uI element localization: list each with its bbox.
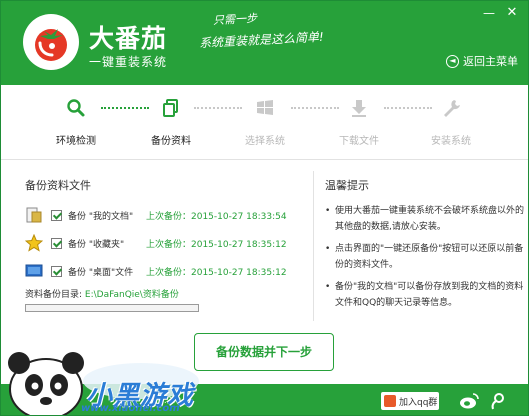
step-label: 备份资料 — [151, 136, 191, 147]
backup-dir-label: 资料备份目录: — [25, 290, 83, 300]
backup-row-favorites[interactable]: 备份 "收藏夹" 上次备份：2015-10-27 18:35:12 — [25, 232, 305, 254]
step-backup: 备份资料 — [131, 97, 211, 147]
back-main-label: 返回主菜单 — [463, 55, 518, 68]
backup-row-documents[interactable]: 备份 "我的文档" 上次备份：2015-10-27 18:33:54 — [25, 204, 305, 226]
close-button[interactable]: ✕ — [504, 5, 520, 21]
backup-panel: 备份资料文件 备份 "我的文档" 上次备份：2015-10-27 18:33:5… — [11, 166, 303, 326]
app-subtitle: 一键重装系统 — [89, 55, 168, 69]
progress-steps: 环境检测 备份资料 选择系统 下载文件 安装系统 — [1, 85, 528, 160]
tencent-weibo-icon[interactable] — [489, 392, 507, 410]
tip-item: 使用大番茄一键重装系统不会破坏系统盘以外的其他盘的数据,请放心安装。 — [325, 203, 525, 235]
tip-item: 备份"我的文档"可以备份存放到我的文档的资料文件和QQ的聊天记录等信息。 — [325, 279, 525, 311]
copy-icon — [163, 99, 178, 117]
tomato-logo-icon — [35, 29, 67, 61]
documents-checkbox[interactable] — [51, 209, 62, 221]
step-label: 选择系统 — [245, 136, 285, 147]
backup-row-time: 上次备份：2015-10-27 18:35:12 — [146, 267, 287, 278]
step-choose-system: 选择系统 — [225, 97, 305, 147]
backup-row-name: 备份 "我的文档" — [68, 211, 134, 222]
step-download: 下载文件 — [319, 97, 399, 147]
panel-divider — [313, 171, 314, 321]
tip-item: 点击界面的"一键还原备份"按钮可以还原以前备份的资料文件。 — [325, 241, 525, 273]
weibo-icon[interactable] — [459, 392, 479, 410]
slogan-line1: 只需一步 — [212, 11, 258, 28]
installer-window: 大番茄 一键重装系统 只需一步 系统重装就是这么简单! — ✕ ◄ 返回主菜单 … — [0, 0, 529, 416]
slogan-line2: 系统重装就是这么简单! — [198, 29, 325, 51]
windows-icon — [257, 100, 273, 115]
header-bar: 大番茄 一键重装系统 只需一步 系统重装就是这么简单! — ✕ ◄ 返回主菜单 — [1, 1, 528, 85]
backup-progress-bar — [25, 304, 199, 312]
backup-row-time: 上次备份：2015-10-27 18:33:54 — [146, 211, 287, 222]
search-icon — [67, 99, 85, 117]
wrench-icon — [444, 100, 460, 117]
qq-group-icon — [384, 395, 396, 407]
watermark-url: www.xiaohei.com — [81, 403, 180, 414]
download-icon — [352, 100, 366, 117]
step-label: 环境检测 — [56, 136, 96, 147]
document-folder-icon — [26, 207, 42, 223]
backup-directory: 资料备份目录: E:\DaFanQie\资料备份 — [25, 287, 179, 300]
qq-group-label: 加入qq群 — [399, 397, 438, 408]
step-label: 下载文件 — [339, 136, 379, 147]
backup-row-time: 上次备份：2015-10-27 18:35:12 — [146, 239, 287, 250]
step-label: 安装系统 — [431, 136, 471, 147]
backup-panel-title: 备份资料文件 — [25, 179, 91, 192]
backup-row-desktop[interactable]: 备份 "桌面"文件 上次备份：2015-10-27 18:35:12 — [25, 260, 305, 282]
join-qq-group-button[interactable]: 加入qq群 — [381, 392, 439, 410]
step-install: 安装系统 — [411, 97, 491, 147]
desktop-icon — [25, 264, 43, 277]
minimize-button[interactable]: — — [481, 5, 497, 21]
tips-title: 温馨提示 — [325, 179, 369, 192]
backup-row-name: 备份 "收藏夹" — [68, 239, 125, 250]
backup-dir-path[interactable]: E:\DaFanQie\资料备份 — [85, 290, 179, 300]
desktop-checkbox[interactable] — [51, 265, 62, 277]
back-arrow-icon: ◄ — [446, 54, 459, 68]
favorites-checkbox[interactable] — [51, 237, 62, 249]
favorites-star-icon — [25, 234, 43, 252]
step-env-check: 环境检测 — [36, 97, 116, 147]
tips-panel: 温馨提示 使用大番茄一键重装系统不会破坏系统盘以外的其他盘的数据,请放心安装。 … — [325, 177, 525, 308]
back-to-main-menu-button[interactable]: ◄ 返回主菜单 — [446, 53, 518, 69]
backup-row-name: 备份 "桌面"文件 — [68, 267, 134, 278]
app-name: 大番茄 — [89, 24, 168, 53]
backup-and-next-button[interactable]: 备份数据并下一步 — [194, 333, 334, 371]
